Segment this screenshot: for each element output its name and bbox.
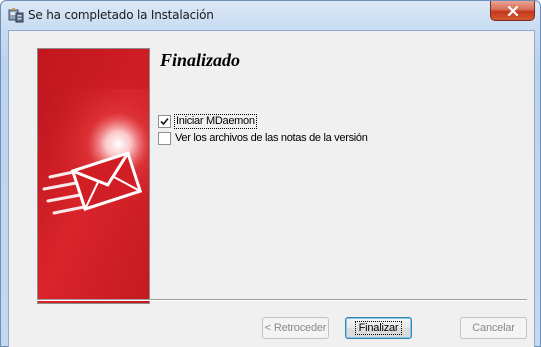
title-bar[interactable]: Se ha completado la Instalación xyxy=(1,1,540,30)
page-title: Finalizado xyxy=(160,50,241,70)
back-button[interactable]: < Retroceder xyxy=(262,317,329,339)
footer-separator xyxy=(37,299,527,301)
window-title: Se ha completado la Instalación xyxy=(28,8,214,22)
close-icon xyxy=(507,5,519,16)
start-mdaemon-option[interactable]: Iniciar MDaemon xyxy=(158,114,257,129)
cancel-button-label: Cancelar xyxy=(472,322,515,334)
start-mdaemon-checkbox[interactable] xyxy=(158,115,171,128)
view-release-notes-label: Ver los archivos de las notas de la vers… xyxy=(175,132,368,144)
cancel-button[interactable]: Cancelar xyxy=(460,317,527,339)
mail-envelope-icon xyxy=(38,49,149,303)
view-release-notes-checkbox[interactable] xyxy=(158,132,171,145)
view-release-notes-option[interactable]: Ver los archivos de las notas de la vers… xyxy=(158,132,368,145)
back-button-label: < Retroceder xyxy=(264,322,327,334)
side-banner xyxy=(37,48,150,304)
start-mdaemon-label: Iniciar MDaemon xyxy=(174,114,257,129)
installer-window: Se ha completado la Instalación Finaliza… xyxy=(0,0,541,347)
close-button[interactable] xyxy=(490,1,535,21)
installer-icon xyxy=(8,7,24,23)
checkmark-icon xyxy=(160,117,169,126)
finish-button-label: Finalizar xyxy=(354,321,403,335)
finish-button[interactable]: Finalizar xyxy=(345,317,412,339)
dialog-client-area: Finalizado Iniciar MDaemon Ver los archi… xyxy=(8,30,535,347)
